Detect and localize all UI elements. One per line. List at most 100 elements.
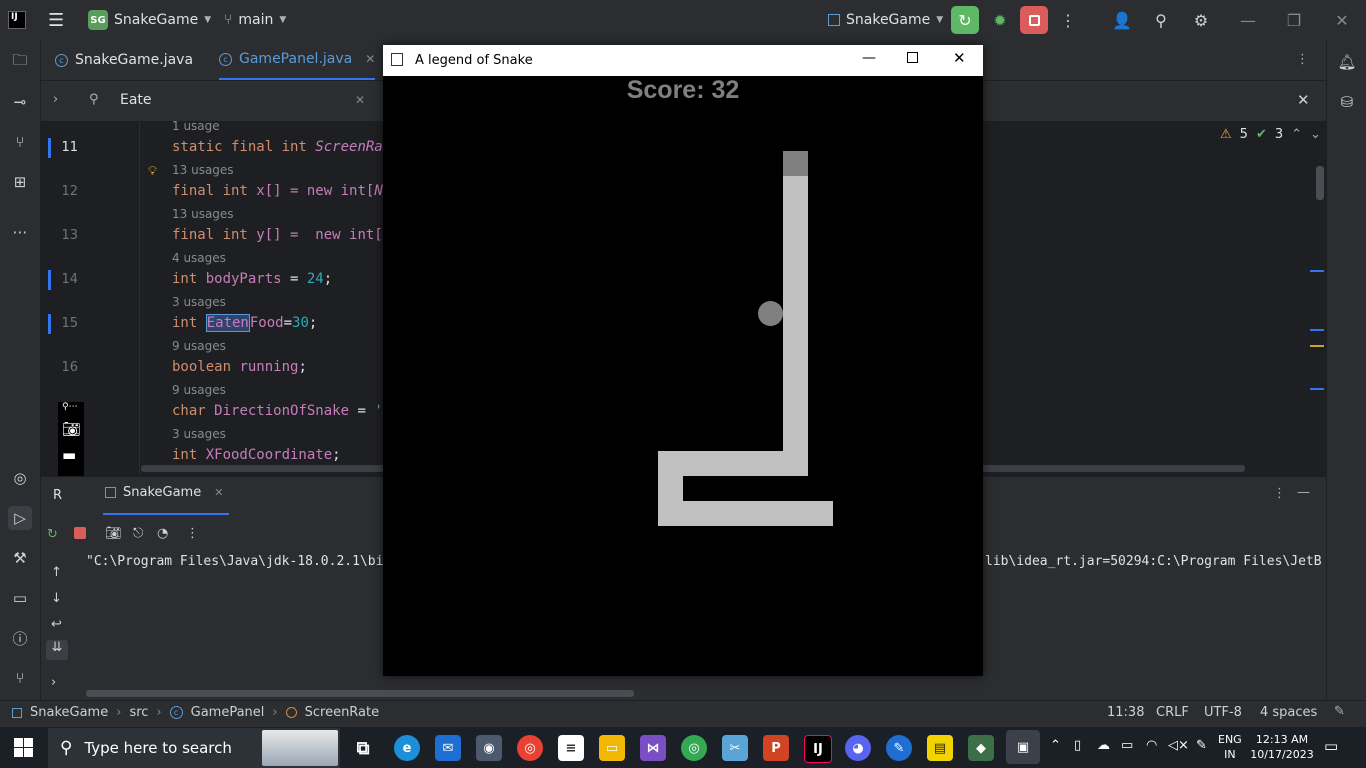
notepad-icon[interactable]: ≡ <box>558 735 584 761</box>
close-find-icon[interactable]: ✕ <box>1297 91 1310 109</box>
powerpoint-icon[interactable]: P <box>763 735 789 761</box>
close-icon[interactable]: ✕ <box>1328 6 1356 34</box>
find-input[interactable]: Eate <box>120 92 152 108</box>
camera-icon[interactable]: 📷︎ <box>62 420 81 438</box>
rerun-icon[interactable]: ↻ <box>47 527 58 542</box>
chrome-icon[interactable]: ◎ <box>517 735 543 761</box>
capture-menu-icon[interactable]: ⚲⋯ <box>62 402 78 412</box>
usage-hint[interactable]: 13 usages <box>172 163 234 177</box>
battery-icon[interactable]: ▭ <box>1121 738 1133 753</box>
pull-request-icon[interactable]: ⑂ <box>8 130 32 154</box>
windows-start-icon[interactable] <box>14 738 34 758</box>
git-icon[interactable]: ⑂ <box>8 666 32 690</box>
folder-icon[interactable]: 🗀 <box>8 50 32 74</box>
clock[interactable]: 12:13 AM 10/17/2023 <box>1250 732 1314 762</box>
line-separator[interactable]: CRLF <box>1156 705 1189 720</box>
feather-app-icon[interactable]: ✎ <box>886 735 912 761</box>
tab-snakegame-java[interactable]: c SnakeGame.java <box>55 40 193 80</box>
build-hammer-icon[interactable]: ⚒ <box>8 546 32 570</box>
game-title-bar[interactable]: A legend of Snake — ✕ <box>383 45 983 76</box>
hide-panel-icon[interactable]: — <box>1297 485 1310 500</box>
intellij-logo-icon[interactable]: IJ <box>8 0 26 40</box>
problems-icon[interactable]: ⓘ <box>8 626 32 650</box>
lightbulb-icon[interactable]: 💡︎ <box>148 164 157 179</box>
screenshot-icon[interactable]: 📷︎ <box>105 526 122 541</box>
arrow-up-icon[interactable]: ↑ <box>51 565 62 580</box>
game-close-icon[interactable]: ✕ <box>953 49 966 67</box>
volume-muted-icon[interactable]: ◁× <box>1168 738 1189 753</box>
exit-icon[interactable]: ⎋ <box>133 526 143 541</box>
snipping-tool-icon[interactable]: ✂ <box>722 735 748 761</box>
usage-hint[interactable]: 3 usages <box>172 427 226 441</box>
clear-search-icon[interactable]: ✕ <box>355 93 365 107</box>
structure-icon[interactable]: ⊞ <box>8 170 32 194</box>
more-actions-icon[interactable]: ⋮ <box>1054 6 1082 34</box>
usage-hint[interactable]: 4 usages <box>172 251 226 265</box>
chrome-profile-icon[interactable]: ◎ <box>681 735 707 761</box>
breadcrumb-item[interactable]: SnakeGame <box>30 705 108 720</box>
commit-icon[interactable]: ⊸ <box>8 90 32 114</box>
usage-hint[interactable]: 13 usages <box>172 207 234 221</box>
file-encoding[interactable]: UTF-8 <box>1204 705 1242 720</box>
run-panel-menu-icon[interactable]: ⋮ <box>1273 486 1286 501</box>
java-app-icon[interactable]: ▣ <box>1006 730 1040 764</box>
discord-icon[interactable]: ◕ <box>845 735 871 761</box>
breadcrumb-item[interactable]: ScreenRate <box>305 705 380 720</box>
search-icon[interactable]: ⚲ <box>1147 6 1175 34</box>
expand-chevron-icon[interactable]: › <box>53 92 58 107</box>
task-view-icon[interactable]: ⧉ <box>350 735 376 761</box>
minimize-icon[interactable]: — <box>1234 6 1262 34</box>
breadcrumb-item[interactable]: src <box>129 705 148 720</box>
more-tools-icon[interactable]: ⋯ <box>8 220 32 244</box>
git-gui-icon[interactable]: ◆ <box>968 735 994 761</box>
vertical-scrollbar[interactable] <box>1316 166 1324 200</box>
usage-hint[interactable]: 3 usages <box>172 295 226 309</box>
notifications-bell-icon[interactable]: 🔔︎ <box>1335 50 1359 74</box>
camera-app-icon[interactable]: ◉ <box>476 735 502 761</box>
read-only-toggle-icon[interactable]: ✎ <box>1334 704 1345 719</box>
branch-selector[interactable]: ⑂ main ▼ <box>224 0 286 40</box>
terminal-icon[interactable]: ▭ <box>8 586 32 610</box>
pen-icon[interactable]: ✎ <box>1196 738 1207 753</box>
tray-cloud-icon[interactable]: ☁ <box>1097 738 1110 753</box>
stop-button[interactable] <box>1020 6 1048 34</box>
run-tool-icon[interactable]: ▷ <box>8 506 32 530</box>
usage-hint[interactable]: 9 usages <box>172 383 226 397</box>
wifi-icon[interactable]: ◠ <box>1146 738 1157 753</box>
database-icon[interactable]: ⛁ <box>1335 90 1359 114</box>
add-user-icon[interactable]: 👤 <box>1108 6 1136 34</box>
project-selector[interactable]: SG SnakeGame ▼ <box>88 0 211 40</box>
settings-gear-icon[interactable]: ⚙ <box>1187 6 1215 34</box>
tab-close-icon[interactable]: ✕ <box>214 486 223 499</box>
tray-chevron-up-icon[interactable]: ⌃ <box>1050 738 1061 753</box>
mail-icon[interactable]: ✉ <box>435 735 461 761</box>
breadcrumb-item[interactable]: GamePanel <box>191 705 265 720</box>
soft-wrap-icon[interactable]: ↩ <box>51 617 62 632</box>
game-maximize-icon[interactable] <box>907 52 918 63</box>
tab-menu-icon[interactable]: ⋮ <box>1296 52 1309 67</box>
restore-icon[interactable]: ❐ <box>1280 6 1308 34</box>
intellij-taskbar-icon[interactable]: IJ <box>804 735 832 763</box>
tab-gamepanel-java[interactable]: c GamePanel.java ✕ <box>219 40 376 80</box>
sticky-notes-icon[interactable]: ▤ <box>927 735 953 761</box>
language-indicator[interactable]: ENG IN <box>1218 732 1242 762</box>
run-tab-snakegame[interactable]: SnakeGame ✕ <box>105 485 223 500</box>
arrow-down-icon[interactable]: ↓ <box>51 591 62 606</box>
usage-hint[interactable]: 9 usages <box>172 339 226 353</box>
expand-more-icon[interactable]: › <box>51 675 56 690</box>
inspection-widget[interactable]: ⚠ 5 ✔ 3 ⌃ ⌄ <box>1220 127 1321 142</box>
indent-setting[interactable]: 4 spaces <box>1260 705 1317 720</box>
more-run-actions-icon[interactable]: ⋮ <box>186 526 199 541</box>
stop-icon[interactable] <box>74 527 86 539</box>
rerun-button[interactable]: ↻ <box>951 6 979 34</box>
tab-close-icon[interactable]: ✕ <box>365 52 375 66</box>
tray-device-icon[interactable]: ▯ <box>1074 738 1081 753</box>
edge-browser-icon[interactable]: e <box>394 735 420 761</box>
main-menu-icon[interactable]: ☰ <box>48 0 64 40</box>
visual-studio-icon[interactable]: ⋈ <box>640 735 666 761</box>
profiler-icon[interactable]: ◔ <box>157 526 168 541</box>
scroll-to-end-icon[interactable]: ⇊ <box>46 640 68 660</box>
game-canvas[interactable]: Score: 32 <box>383 76 983 676</box>
services-icon[interactable]: ◎ <box>8 466 32 490</box>
file-explorer-icon[interactable]: ▭ <box>599 735 625 761</box>
